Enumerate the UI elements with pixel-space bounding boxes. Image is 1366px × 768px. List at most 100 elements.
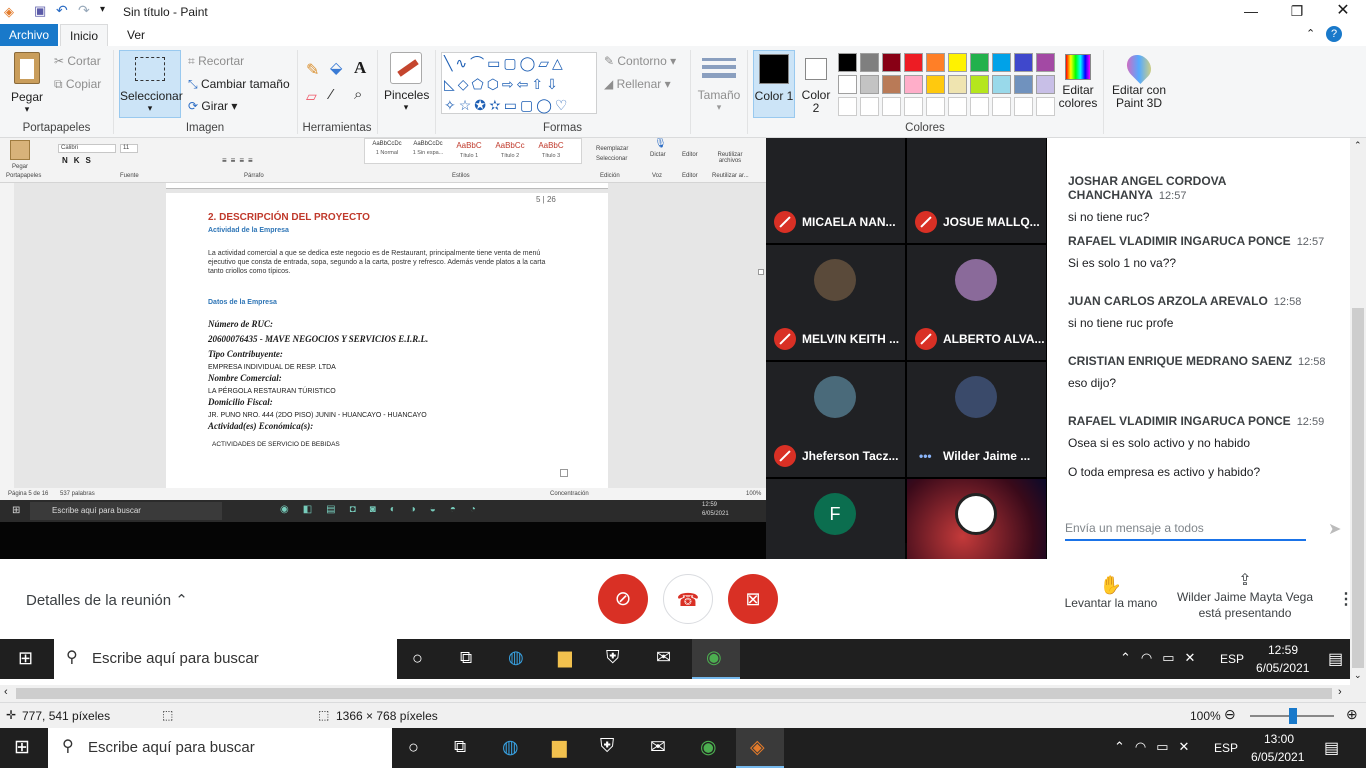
palette-swatch[interactable] <box>992 75 1011 94</box>
horizontal-scrollbar[interactable]: ‹ › <box>0 685 1350 702</box>
paste-button[interactable]: Pegar ▾ <box>6 50 48 120</box>
clock-time[interactable]: 13:00 <box>1264 732 1294 746</box>
edit-colors-button[interactable]: Editar colores <box>1058 50 1098 120</box>
camera-off-button[interactable]: ⊠ <box>728 574 778 624</box>
more-options-icon[interactable]: ⋮ <box>1338 589 1350 609</box>
pencil-icon[interactable]: ✎ <box>306 60 319 80</box>
tray-icons[interactable]: ⌃◠▭✕ <box>1114 739 1199 755</box>
custom-color-slot[interactable] <box>948 97 967 116</box>
brushes-button[interactable]: Pinceles ▾ <box>384 50 429 118</box>
vertical-scrollbar[interactable]: ⌃ ⌄ <box>1350 138 1366 685</box>
meeting-details-button[interactable]: Detalles de la reunión ⌃ <box>26 591 188 609</box>
palette-swatch[interactable] <box>838 53 857 72</box>
custom-color-slot[interactable] <box>904 97 923 116</box>
resize-button[interactable]: ⤡ Cambiar tamaño <box>188 77 290 92</box>
palette-swatch[interactable] <box>860 75 879 94</box>
custom-color-slot[interactable] <box>992 97 1011 116</box>
participant-tile[interactable]: ••• Wilder Jaime ... <box>907 362 1046 477</box>
presenting-button[interactable]: ⇪ Wilder Jaime Mayta Vega está presentand… <box>1172 573 1318 621</box>
palette-swatch[interactable] <box>1036 75 1055 94</box>
palette-swatch[interactable] <box>838 75 857 94</box>
send-icon[interactable]: ➤ <box>1328 519 1341 539</box>
hang-up-button[interactable]: ☎ <box>663 574 713 624</box>
mic-off-button[interactable]: ⊘ <box>598 574 648 624</box>
notifications-icon[interactable]: ▤ <box>1324 738 1339 758</box>
color-palette[interactable] <box>838 53 1058 119</box>
palette-swatch[interactable] <box>904 75 923 94</box>
palette-swatch[interactable] <box>1014 53 1033 72</box>
language-indicator[interactable]: ESP <box>1214 741 1238 755</box>
cortana-icon[interactable]: ○ <box>408 737 419 758</box>
clock-date[interactable]: 6/05/2021 <box>1251 750 1304 764</box>
participant-tile[interactable]: MELVIN KEITH ... <box>766 245 905 360</box>
cut-button[interactable]: ✂ Cortar <box>54 54 101 68</box>
participant-tile[interactable]: Jheferson Tacz... <box>766 362 905 477</box>
zoom-out-button[interactable]: ⊖ <box>1224 706 1236 723</box>
magnifier-icon[interactable]: ⌕ <box>354 86 362 103</box>
participant-tile[interactable]: JOSUE MALLQ... <box>907 138 1046 243</box>
text-icon[interactable]: A <box>354 58 366 78</box>
palette-swatch[interactable] <box>860 53 879 72</box>
paint-app-icon[interactable]: ◈ <box>4 4 14 20</box>
collapse-ribbon-icon[interactable]: ⌃ <box>1306 27 1315 40</box>
save-icon[interactable]: ▣ <box>34 3 46 19</box>
customize-qat-icon[interactable]: ▾ <box>100 4 105 15</box>
zoom-in-button[interactable]: ⊕ <box>1346 706 1358 723</box>
custom-color-slot[interactable] <box>1014 97 1033 116</box>
undo-icon[interactable]: ↶ <box>56 2 68 19</box>
taskbar-search-box[interactable]: ⚲ Escribe aquí para buscar <box>48 728 392 768</box>
task-view-icon[interactable]: ⧉ <box>454 737 466 757</box>
palette-swatch[interactable] <box>882 53 901 72</box>
custom-color-slot[interactable] <box>838 97 857 116</box>
eraser-icon[interactable]: ▱ <box>306 88 317 105</box>
size-button[interactable]: Tamaño ▾ <box>697 52 741 120</box>
zoom-slider-thumb[interactable] <box>1289 708 1297 724</box>
palette-swatch[interactable] <box>948 75 967 94</box>
paint-taskbar-button[interactable]: ◈ <box>736 728 784 768</box>
participant-tile[interactable]: ALBERTO ALVA... <box>907 245 1046 360</box>
maximize-button[interactable]: ❐ <box>1274 0 1320 24</box>
file-explorer-icon[interactable]: ▆ <box>552 736 567 759</box>
participant-tile[interactable]: MICAELA NAN... <box>766 138 905 243</box>
tab-file[interactable]: Archivo <box>0 24 59 46</box>
select-button[interactable]: Seleccionar ▾ <box>119 50 183 118</box>
redo-icon[interactable]: ↷ <box>78 2 90 19</box>
store-icon[interactable]: ⛨ <box>600 736 614 758</box>
windows-start-icon[interactable]: ⊞ <box>14 736 30 759</box>
fill-shape-button[interactable]: ◢ Rellenar ▾ <box>604 77 671 91</box>
close-button[interactable]: ✕ <box>1320 0 1366 24</box>
custom-color-slot[interactable] <box>860 97 879 116</box>
palette-swatch[interactable] <box>882 75 901 94</box>
color2-button[interactable]: Color 2 <box>799 50 833 118</box>
tab-view[interactable]: Ver <box>118 24 154 46</box>
minimize-button[interactable]: — <box>1228 0 1274 24</box>
custom-color-slot[interactable] <box>1036 97 1055 116</box>
custom-color-slot[interactable] <box>882 97 901 116</box>
help-icon[interactable]: ? <box>1326 26 1342 42</box>
palette-swatch[interactable] <box>926 75 945 94</box>
crop-button[interactable]: ⌗ Recortar <box>188 54 244 69</box>
copy-button[interactable]: ⧉ Copiar <box>54 77 101 92</box>
custom-color-slot[interactable] <box>926 97 945 116</box>
palette-swatch[interactable] <box>970 75 989 94</box>
palette-swatch[interactable] <box>904 53 923 72</box>
palette-swatch[interactable] <box>1014 75 1033 94</box>
chrome-icon[interactable]: ◉ <box>700 736 717 759</box>
palette-swatch[interactable] <box>948 53 967 72</box>
edge-icon[interactable]: ◍ <box>502 736 519 759</box>
color-picker-icon[interactable]: ⁄ <box>330 86 333 103</box>
shapes-gallery[interactable]: ╲∿⌒▭▢◯▱△ ◺◇⬠⬡⇨⇦⇧⇩ ✧☆✪✫▭▢◯♡ <box>441 52 597 114</box>
tab-home[interactable]: Inicio <box>60 24 109 46</box>
paint3d-button[interactable]: Editar con Paint 3D <box>1108 50 1170 120</box>
canvas[interactable]: Pegar Calibri 11 NKS ≡≡≡≡ AaBbCcDc 1 Norm… <box>0 138 1350 685</box>
palette-swatch[interactable] <box>1036 53 1055 72</box>
rotate-button[interactable]: ⟳ Girar ▾ <box>188 99 237 113</box>
fill-icon[interactable]: ⬙ <box>330 58 342 78</box>
palette-swatch[interactable] <box>992 53 1011 72</box>
mail-icon[interactable]: ✉ <box>650 736 666 759</box>
color1-button[interactable]: Color 1 <box>753 50 795 118</box>
raise-hand-button[interactable]: ✋ Levantar la mano <box>1058 575 1164 610</box>
palette-swatch[interactable] <box>970 53 989 72</box>
custom-color-slot[interactable] <box>970 97 989 116</box>
chat-input[interactable]: Envía un mensaje a todos <box>1065 521 1306 541</box>
